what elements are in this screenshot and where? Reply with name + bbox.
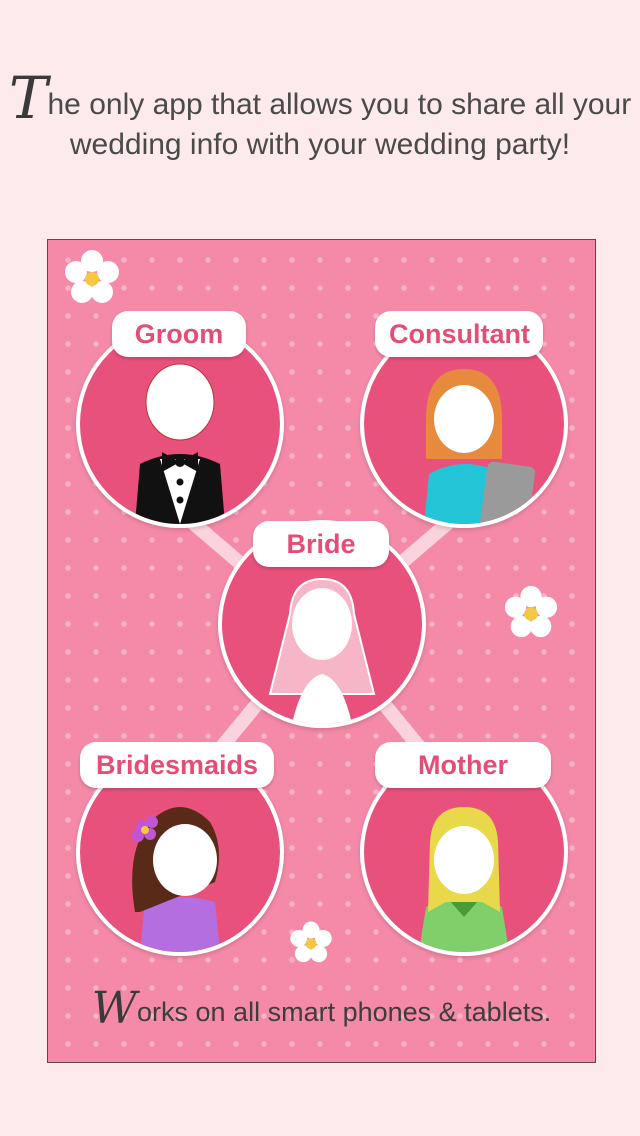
flower-icon — [65, 250, 119, 303]
flower-icon — [504, 585, 558, 638]
bridesmaids-label[interactable]: Bridesmaids — [80, 742, 274, 788]
bride-label[interactable]: Bride — [253, 521, 389, 567]
promo-panel: Groom Consultant Bride Bridesmaids Mothe… — [47, 239, 596, 1063]
mother-label[interactable]: Mother — [375, 742, 551, 788]
consultant-label[interactable]: Consultant — [375, 311, 543, 357]
footer-initial: W — [91, 983, 138, 1034]
groom-label[interactable]: Groom — [112, 311, 246, 357]
footer-tagline: Works on all smart phones & tablets. — [48, 983, 595, 1034]
headline-initial: T — [8, 64, 48, 132]
headline: The only app that allows you to share al… — [0, 69, 640, 165]
headline-text: he only app that allows you to share all… — [47, 88, 632, 161]
footer-text: orks on all smart phones & tablets. — [137, 997, 552, 1027]
flower-icon — [290, 921, 332, 963]
